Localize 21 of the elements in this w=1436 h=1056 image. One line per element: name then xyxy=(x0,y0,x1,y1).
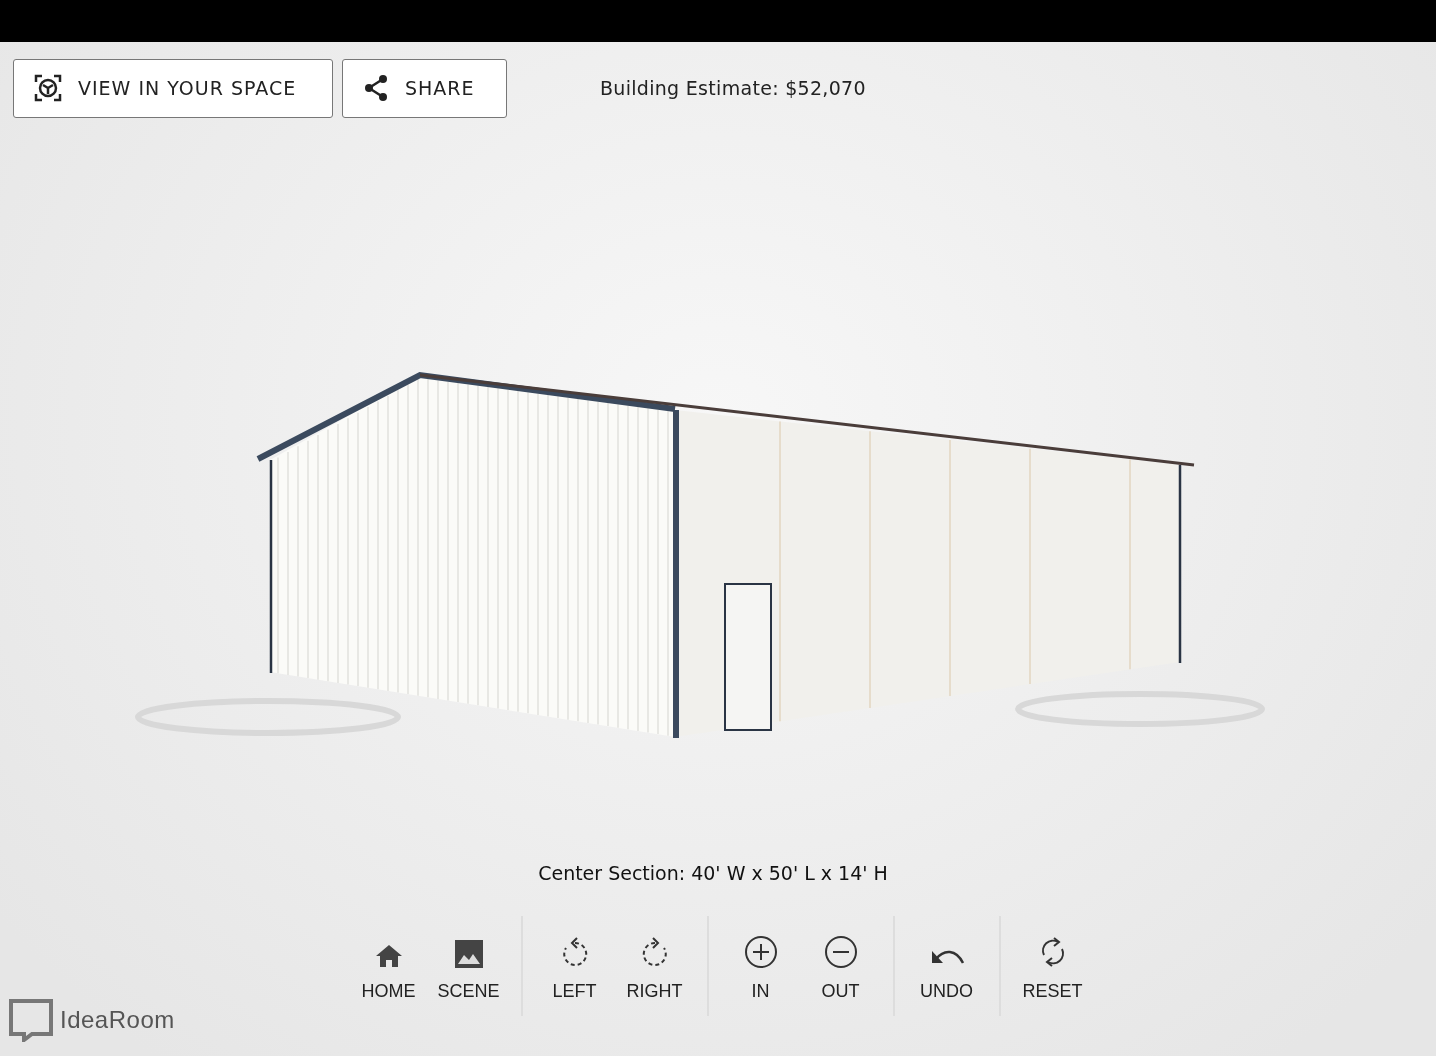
share-button[interactable]: SHARE xyxy=(342,58,507,118)
undo-button[interactable]: UNDO xyxy=(906,916,987,1016)
scene-button[interactable]: SCENE xyxy=(428,916,509,1016)
speech-bubble-icon xyxy=(8,998,54,1042)
rotate-left-icon xyxy=(560,937,589,969)
left-button[interactable]: LEFT xyxy=(534,916,615,1016)
logo-text: IdeaRoom xyxy=(60,1006,175,1034)
zoom-out-icon xyxy=(823,935,858,969)
reset-button[interactable]: RESET xyxy=(1012,916,1093,1016)
rotate-right-icon xyxy=(640,937,669,969)
picture-icon xyxy=(453,939,484,969)
home-button[interactable]: HOME xyxy=(348,916,429,1016)
view-in-space-button[interactable]: VIEW IN YOUR SPACE xyxy=(13,58,333,118)
right-button[interactable]: RIGHT xyxy=(614,916,695,1016)
in-button[interactable]: IN xyxy=(720,916,801,1016)
section-dimensions: Center Section: 40' W x 50' L x 14' H xyxy=(537,862,889,884)
share-icon xyxy=(363,74,389,102)
building-estimate: Building Estimate: $52,070 xyxy=(600,77,866,99)
out-button[interactable]: OUT xyxy=(800,916,881,1016)
ar-view-icon xyxy=(34,74,62,102)
zoom-in-icon xyxy=(743,935,778,969)
